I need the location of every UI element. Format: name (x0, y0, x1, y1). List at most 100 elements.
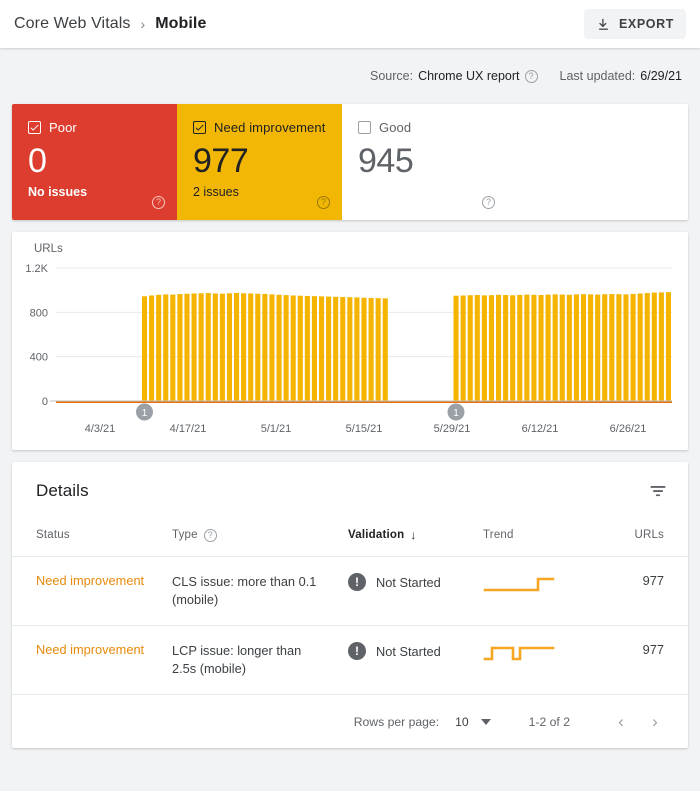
chart-bar[interactable] (545, 294, 551, 401)
chart-bar[interactable] (382, 298, 388, 401)
chart-bar[interactable] (453, 295, 459, 401)
table-row[interactable]: Need improvement LCP issue: longer than … (12, 625, 688, 695)
previous-page-button[interactable]: ‹ (604, 712, 638, 732)
chart-bar[interactable] (276, 294, 282, 401)
need-improvement-checkbox[interactable] (193, 121, 206, 134)
chart-bar[interactable] (531, 294, 537, 401)
chart-bar[interactable] (595, 294, 601, 401)
poor-card-help[interactable]: ? (152, 192, 165, 210)
help-icon[interactable]: ? (524, 69, 538, 83)
row-status[interactable]: Need improvement (12, 626, 172, 695)
column-header-trend[interactable]: Trend (483, 520, 603, 557)
chart-bar[interactable] (651, 292, 657, 401)
chart-bar[interactable] (333, 296, 339, 401)
poor-checkbox[interactable] (28, 121, 41, 134)
chart-bar[interactable] (205, 293, 211, 401)
chart-bar[interactable] (368, 297, 374, 401)
chart-bar[interactable] (474, 295, 480, 401)
chart-bar[interactable] (658, 292, 664, 401)
good-checkbox[interactable] (358, 121, 371, 134)
chart-bar[interactable] (149, 295, 155, 401)
chart-bar[interactable] (354, 297, 360, 401)
chart-bar[interactable] (623, 294, 629, 401)
chart-bar[interactable] (644, 293, 650, 401)
chart-bar[interactable] (552, 294, 558, 401)
column-header-status[interactable]: Status (12, 520, 172, 557)
chart-bar[interactable] (609, 294, 615, 401)
chart-bar[interactable] (637, 293, 643, 401)
chart-bar[interactable] (375, 298, 381, 401)
chart-bar[interactable] (573, 294, 579, 401)
chart-bar[interactable] (326, 296, 332, 401)
chart-bar[interactable] (347, 297, 353, 401)
rows-per-page-select[interactable]: 10 (455, 715, 491, 729)
help-icon[interactable]: ? (317, 196, 330, 209)
chart-bar[interactable] (191, 293, 197, 401)
next-page-button[interactable]: › (638, 712, 672, 732)
chart-bar[interactable] (184, 293, 190, 401)
column-header-validation[interactable]: Validation ↓ (348, 520, 483, 557)
export-button[interactable]: EXPORT (584, 9, 686, 39)
chart-bar[interactable] (481, 295, 487, 401)
chart-bar[interactable] (630, 293, 636, 401)
chart-bar[interactable] (269, 294, 275, 401)
chart-bar[interactable] (340, 297, 346, 401)
status-card-need-improvement[interactable]: Need improvement 977 2 issues ? (177, 104, 342, 220)
chart-bar[interactable] (588, 294, 594, 401)
chart-bar[interactable] (495, 294, 502, 401)
row-status[interactable]: Need improvement (12, 557, 172, 626)
chart-x-tick-label: 6/26/21 (610, 423, 647, 435)
help-icon[interactable]: ? (203, 528, 217, 542)
chart-bar[interactable] (219, 293, 225, 401)
breadcrumb-root[interactable]: Core Web Vitals (14, 15, 131, 33)
chart-bar[interactable] (665, 292, 672, 401)
help-icon[interactable]: ? (152, 196, 165, 209)
chart-bar[interactable] (580, 294, 587, 401)
chart-bar[interactable] (510, 295, 516, 401)
column-header-type[interactable]: Type ? (172, 520, 348, 557)
chart-bar[interactable] (248, 293, 254, 401)
chart-bar[interactable] (283, 295, 289, 401)
status-card-poor[interactable]: Poor 0 No issues ? (12, 104, 177, 220)
chart-bar[interactable] (304, 295, 310, 401)
chart-bar[interactable] (163, 294, 169, 401)
help-icon[interactable]: ? (482, 196, 495, 209)
chart-bar[interactable] (488, 295, 494, 401)
chart-bar[interactable] (503, 295, 509, 401)
chart-bar[interactable] (212, 293, 218, 401)
good-card-help[interactable]: ? (482, 192, 495, 210)
chart-bar[interactable] (538, 295, 544, 401)
chart-bar[interactable] (226, 293, 233, 401)
chart-bar[interactable] (297, 295, 303, 401)
chart-bar[interactable] (517, 294, 523, 401)
filter-icon[interactable] (648, 481, 668, 501)
chart-bar[interactable] (318, 296, 325, 401)
chart-bar[interactable] (170, 294, 176, 401)
poor-card-count: 0 (28, 142, 47, 180)
chart-bar[interactable] (602, 294, 608, 401)
status-card-good[interactable]: Good 945 ? (342, 104, 507, 220)
chart-bar[interactable] (141, 296, 148, 401)
chart-annotation-marker[interactable]: 1 (447, 403, 465, 421)
urls-trend-chart[interactable]: 0 400 800 1.2K 4/3/21 4/17/21 5/1/21 5/15/21 5/2… (12, 232, 688, 450)
chart-bar[interactable] (255, 293, 261, 401)
chart-bar[interactable] (467, 295, 473, 401)
chart-bar[interactable] (290, 295, 296, 401)
need-card-help[interactable]: ? (317, 192, 330, 210)
chart-annotation-marker[interactable]: 1 (136, 403, 153, 421)
chart-bar[interactable] (559, 294, 565, 401)
chart-bar[interactable] (616, 294, 622, 401)
chart-bar[interactable] (361, 297, 367, 401)
table-row[interactable]: Need improvement CLS issue: more than 0.… (12, 556, 688, 626)
chart-bar[interactable] (262, 293, 268, 401)
chart-bar[interactable] (460, 295, 466, 401)
chart-bar[interactable] (566, 294, 572, 401)
chart-bar[interactable] (524, 294, 530, 401)
chart-bar[interactable] (198, 293, 204, 401)
chart-bar[interactable] (311, 296, 317, 401)
chart-bar[interactable] (156, 294, 162, 401)
chart-bar[interactable] (177, 294, 183, 401)
chart-bar[interactable] (241, 293, 247, 401)
column-header-urls[interactable]: URLs (603, 520, 688, 557)
chart-bar[interactable] (234, 292, 240, 401)
